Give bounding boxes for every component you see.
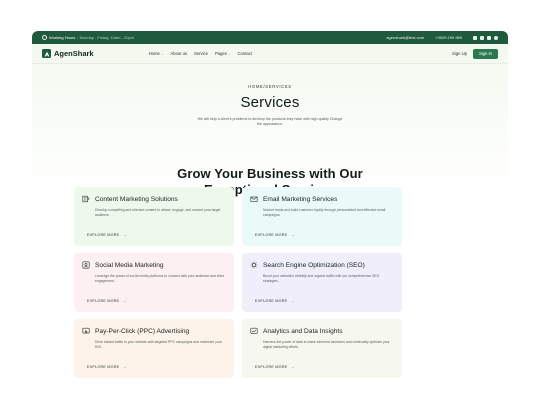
working-hours: Working Hours : Monday - Friday, 10am - …	[42, 35, 134, 40]
service-card[interactable]: Analytics and Data Insights Harness the …	[242, 319, 402, 378]
seo-icon	[250, 261, 258, 269]
page-description: We will help a client's problems to deve…	[197, 117, 343, 127]
pinterest-icon[interactable]	[494, 35, 498, 40]
logo[interactable]: AgenShark	[42, 49, 94, 58]
working-hours-value: : Monday - Friday, 10am - 20pm	[77, 35, 135, 40]
email-marketing-icon	[250, 195, 258, 203]
analytics-icon	[250, 327, 258, 335]
page-hero: HOME/SERVICES Services We will help a cl…	[32, 64, 508, 128]
service-card[interactable]: Email Marketing Services Nurture leads a…	[242, 187, 402, 246]
explore-more-label: EXPLORE MORE	[87, 364, 120, 369]
arrow-right-icon: →	[290, 232, 295, 237]
arrow-right-icon: →	[290, 298, 295, 303]
linkedin-icon[interactable]	[487, 35, 491, 40]
nav-menu: Home ⌄ About us Service Pages ⌄ Contact	[149, 51, 252, 56]
facebook-icon[interactable]	[473, 35, 477, 40]
explore-more-link[interactable]: EXPLORE MORE →	[255, 232, 295, 237]
service-title: Pay-Per-Click (PPC) Advertising	[95, 327, 190, 335]
services-grid: Content Marketing Solutions Develop comp…	[74, 187, 402, 378]
email-icon[interactable]	[480, 35, 484, 40]
content-marketing-icon	[82, 195, 90, 203]
arrow-right-icon: →	[290, 364, 295, 369]
service-description: Leverage the power of social media platf…	[95, 274, 225, 283]
service-title: Email Marketing Services	[263, 195, 338, 203]
nav-actions: Sign Up Sign In	[452, 48, 498, 59]
breadcrumb: HOME/SERVICES	[248, 84, 292, 89]
arrow-right-icon: →	[122, 364, 127, 369]
section-title-line1: Grow Your Business with Our	[177, 165, 363, 181]
explore-more-link[interactable]: EXPLORE MORE →	[255, 298, 295, 303]
explore-more-link[interactable]: EXPLORE MORE →	[87, 232, 127, 237]
working-hours-label: Working Hours	[49, 35, 76, 40]
service-description: Harness the power of data to make inform…	[263, 340, 390, 349]
social-media-icon	[82, 261, 90, 269]
explore-more-link[interactable]: EXPLORE MORE →	[255, 364, 295, 369]
nav-item-home[interactable]: Home ⌄	[149, 51, 164, 56]
service-title: Content Marketing Solutions	[95, 195, 178, 203]
sign-in-button[interactable]: Sign In	[472, 48, 498, 59]
service-card[interactable]: Pay-Per-Click (PPC) Advertising Drive in…	[74, 319, 234, 378]
nav-item-label: Pages	[214, 51, 227, 56]
sign-up-link[interactable]: Sign Up	[452, 51, 467, 56]
social-links	[473, 35, 498, 40]
explore-more-label: EXPLORE MORE	[255, 232, 288, 237]
nav-item-contact[interactable]: Contact	[238, 51, 252, 56]
page-title: Services	[240, 94, 300, 111]
service-title: Analytics and Data Insights	[263, 327, 343, 335]
service-title: Search Engine Optimization (SEO)	[263, 261, 365, 269]
service-title: Social Media Marketing	[95, 261, 164, 269]
nav-item-service[interactable]: Service	[194, 51, 208, 56]
chevron-down-icon: ⌄	[160, 52, 164, 56]
arrow-right-icon: →	[122, 298, 127, 303]
nav-item-pages[interactable]: Pages ⌄	[215, 51, 231, 56]
nav-item-about[interactable]: About us	[170, 51, 187, 56]
service-card[interactable]: Content Marketing Solutions Develop comp…	[74, 187, 234, 246]
logo-mark-icon	[42, 49, 51, 58]
main-navbar: AgenShark Home ⌄ About us Service Pages …	[32, 44, 508, 64]
service-description: Nurture leads and build customer loyalty…	[263, 208, 386, 217]
explore-more-label: EXPLORE MORE	[87, 298, 120, 303]
arrow-right-icon: →	[122, 232, 127, 237]
top-info-bar: Working Hours : Monday - Friday, 10am - …	[32, 31, 508, 44]
nav-item-label: Home	[148, 51, 160, 56]
explore-more-label: EXPLORE MORE	[255, 364, 288, 369]
service-card[interactable]: Search Engine Optimization (SEO) Boost y…	[242, 253, 402, 312]
service-description: Drive instant traffic to your website wi…	[95, 340, 222, 349]
explore-more-label: EXPLORE MORE	[87, 232, 120, 237]
explore-more-link[interactable]: EXPLORE MORE →	[87, 298, 127, 303]
explore-more-link[interactable]: EXPLORE MORE →	[87, 364, 127, 369]
service-description: Develop compelling and relevant content …	[95, 208, 221, 217]
ppc-icon	[82, 327, 90, 335]
chevron-down-icon: ⌄	[228, 52, 231, 56]
clock-icon	[42, 35, 47, 40]
contact-phone[interactable]: +3929 299 989	[435, 35, 462, 40]
service-card[interactable]: Social Media Marketing Leverage the powe…	[74, 253, 234, 312]
explore-more-label: EXPLORE MORE	[255, 298, 288, 303]
logo-text: AgenShark	[54, 49, 94, 58]
service-description: Boost your website's visibility and orga…	[263, 274, 380, 283]
contact-email[interactable]: agenshark@test.com	[386, 35, 424, 40]
